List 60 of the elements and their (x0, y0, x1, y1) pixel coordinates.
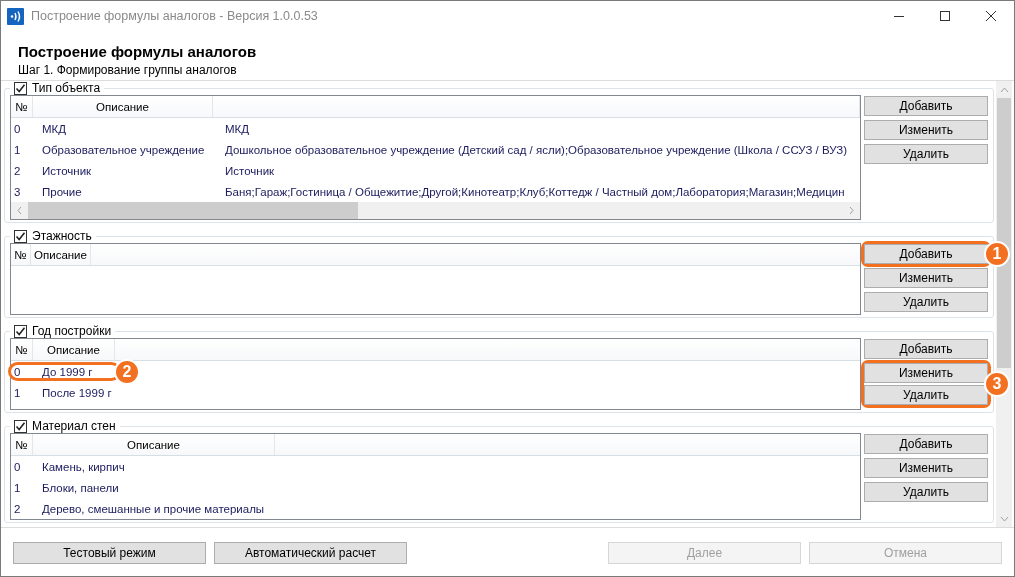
checkbox[interactable] (14, 229, 27, 243)
column-header[interactable]: № (11, 339, 33, 360)
add-button[interactable]: Добавить (864, 96, 988, 116)
table-cell-text: 3 (13, 185, 22, 198)
column-header[interactable]: Описание (31, 244, 91, 265)
checkbox[interactable] (14, 419, 27, 433)
delete-button[interactable]: Удалить (864, 292, 988, 312)
edit-button[interactable]: Изменить (864, 120, 988, 140)
scroll-down-icon[interactable] (999, 515, 1009, 522)
scroll-up-icon[interactable] (999, 86, 1009, 93)
table-cell-text: 1 (13, 143, 22, 156)
callout-badge: 1 (984, 241, 1010, 267)
footer-button[interactable]: Тестовый режим (13, 541, 206, 564)
add-button[interactable]: Добавить (864, 339, 988, 359)
table-cell-text: Дерево, смешанные и прочие материалы (41, 502, 266, 515)
table-cell-text: 2 (13, 502, 22, 515)
table-cell-text: Дошкольное образовательное учреждение (Детский сад / ясли);Образовательное учреждение (Школа / ССУЗ / ВУЗ) (224, 143, 849, 156)
window-title: Построение формулы аналогов - Версия 1.0.0.53 (31, 9, 319, 23)
table-cell-text: Баня;Гараж;Гостиница / Общежитие;Другой;Кинотеатр;Клуб;Коттедж / Частный дом;Лаборатория;Магазин;Медицин (224, 185, 846, 198)
table-cell-text: Образовательное учреждение (41, 143, 206, 156)
table-cell-text: 1 (13, 386, 22, 399)
column-header[interactable]: № (11, 434, 33, 455)
column-header[interactable]: № (11, 244, 31, 265)
column-header[interactable]: № (11, 96, 33, 117)
table-cell-text: До 1999 г (41, 365, 94, 378)
edit-button[interactable]: Изменить (864, 458, 988, 478)
table-cell-text: Источник (224, 164, 276, 177)
app-icon (7, 7, 24, 25)
table-cell-text: После 1999 г (41, 386, 113, 399)
table-cell-text: Камень, кирпич (41, 460, 126, 473)
step-subtitle: Шаг 1. Формирование группы аналогов (18, 63, 238, 77)
table-cell-text: 0 (13, 460, 22, 473)
table-cell-text: Прочие (41, 185, 83, 198)
table-cell-text: 1 (13, 481, 22, 494)
column-header[interactable]: Описание (33, 434, 275, 455)
table-cell-text: 2 (13, 164, 22, 177)
column-header[interactable]: Описание (33, 96, 213, 117)
delete-button[interactable]: Удалить (864, 385, 988, 405)
table-cell-text: 0 (13, 365, 22, 378)
checkbox[interactable] (14, 81, 27, 95)
edit-button[interactable]: Изменить (864, 363, 988, 383)
group-title: Тип объекта (32, 81, 101, 95)
column-header[interactable]: Описание (33, 339, 115, 360)
add-button[interactable]: Добавить (864, 434, 988, 454)
edit-button[interactable]: Изменить (864, 268, 988, 288)
table-cell-text: МКД (41, 122, 68, 135)
add-button[interactable]: Добавить (864, 244, 988, 264)
table-cell-text: Блоки, панели (41, 481, 120, 494)
group-title: Год постройки (32, 324, 112, 338)
footer-button[interactable]: Автоматический расчет (214, 541, 407, 564)
group-title: Материал стен (32, 419, 116, 433)
page-title: Построение формулы аналогов (18, 43, 258, 60)
horizontal-scrollbar[interactable] (11, 202, 860, 219)
table-cell-text: МКД (224, 122, 251, 135)
delete-button[interactable]: Удалить (864, 482, 988, 502)
group-title: Этажность (32, 229, 92, 243)
table-cell-text: Источник (41, 164, 93, 177)
table-cell-text: 0 (13, 122, 22, 135)
delete-button[interactable]: Удалить (864, 144, 988, 164)
checkbox[interactable] (14, 324, 27, 338)
